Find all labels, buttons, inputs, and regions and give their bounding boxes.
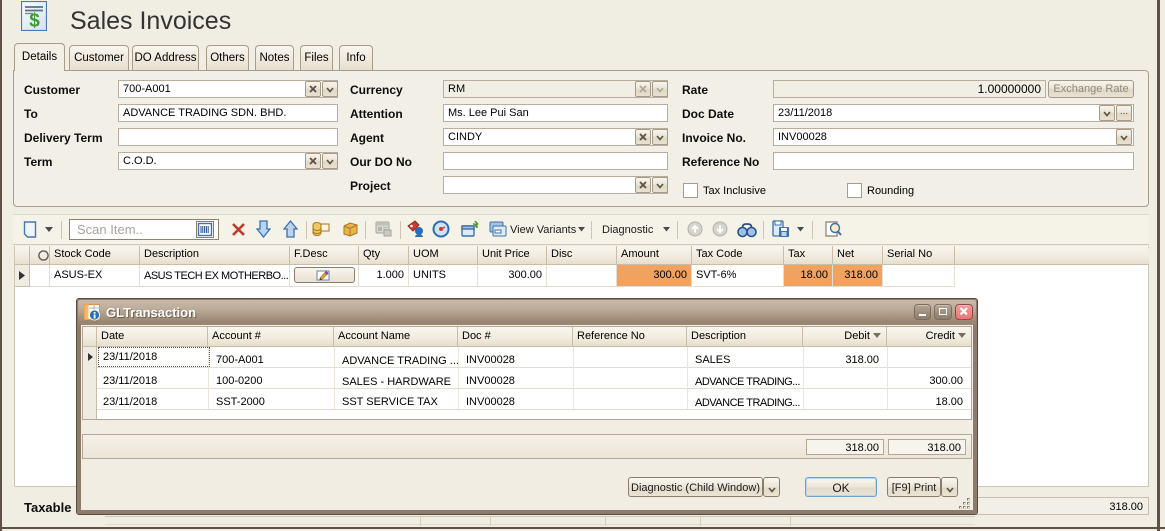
svg-text:$: $ (29, 11, 40, 32)
